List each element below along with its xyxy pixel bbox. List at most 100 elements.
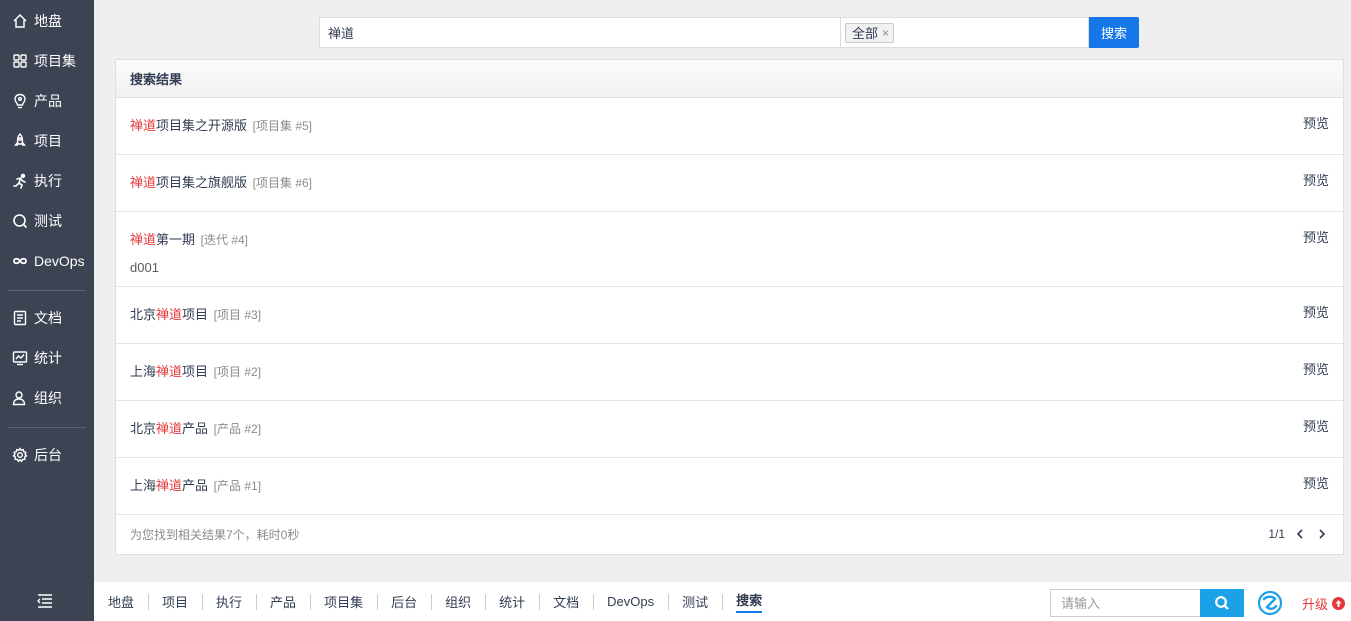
- preview-link[interactable]: 预览: [1303, 113, 1329, 132]
- search-icon: [1215, 596, 1229, 610]
- panel-title: 搜索结果: [116, 60, 1343, 98]
- sidebar-item-admin[interactable]: 后台: [0, 435, 94, 475]
- sidebar-item-label: 执行: [34, 173, 62, 189]
- app-tab[interactable]: 项目: [148, 582, 202, 621]
- result-title-link[interactable]: 北京禅道项目 [项目 #3]: [130, 304, 261, 323]
- open-app-tabs: 地盘 项目 执行 产品 项目集 后台 组织 统计 文档 DevOps 测试 搜索: [94, 582, 776, 621]
- result-item: 禅道项目集之开源版 [项目集 #5] 预览: [116, 98, 1343, 155]
- app-tab[interactable]: 地盘: [94, 582, 148, 621]
- global-search: [1050, 589, 1244, 617]
- result-title-link[interactable]: 上海禅道项目 [项目 #2]: [130, 361, 261, 380]
- search-bar: 全部 × 搜索: [319, 17, 1139, 48]
- global-search-input[interactable]: [1050, 589, 1200, 617]
- app-tab[interactable]: 后台: [377, 582, 431, 621]
- collapse-menu-icon[interactable]: [36, 592, 54, 610]
- chevron-right-icon[interactable]: [1315, 527, 1329, 541]
- sidebar-item-label: 项目: [34, 133, 62, 149]
- result-title-link[interactable]: 北京禅道产品 [产品 #2]: [130, 418, 261, 437]
- sidebar-item-product[interactable]: 产品: [0, 81, 94, 121]
- sidebar-item-doc[interactable]: 文档: [0, 298, 94, 338]
- result-meta: [产品 #2]: [213, 422, 262, 436]
- result-item: 禅道第一期 [迭代 #4] d001 预览: [116, 212, 1343, 287]
- document-icon: [12, 310, 28, 326]
- result-item: 上海禅道产品 [产品 #1] 预览: [116, 458, 1343, 515]
- sidebar-item-bi[interactable]: 统计: [0, 338, 94, 378]
- page-indicator: 1/1: [1268, 527, 1285, 541]
- sidebar-item-my[interactable]: 地盘: [0, 1, 94, 41]
- app-tab[interactable]: 测试: [668, 582, 722, 621]
- sidebar-item-company[interactable]: 组织: [0, 378, 94, 418]
- gear-icon: [12, 447, 28, 463]
- grid-icon: [12, 53, 28, 69]
- global-search-button[interactable]: [1200, 589, 1244, 617]
- search-type-select[interactable]: 全部 ×: [840, 17, 1089, 48]
- result-title-link[interactable]: 禅道项目集之开源版 [项目集 #5]: [130, 115, 312, 134]
- upgrade-arrow-icon: [1332, 597, 1346, 610]
- preview-link[interactable]: 预览: [1303, 170, 1329, 189]
- sidebar-divider: [8, 290, 86, 291]
- search-input[interactable]: [319, 17, 840, 48]
- user-icon: [12, 390, 28, 406]
- result-meta: [产品 #1]: [213, 479, 262, 493]
- sidebar-item-program[interactable]: 项目集: [0, 41, 94, 81]
- app-tab[interactable]: DevOps: [593, 582, 668, 621]
- sidebar-item-label: DevOps: [34, 253, 85, 269]
- sidebar-item-label: 文档: [34, 310, 62, 326]
- sidebar-item-label: 测试: [34, 213, 62, 229]
- app-tab[interactable]: 统计: [485, 582, 539, 621]
- app-tab[interactable]: 产品: [256, 582, 310, 621]
- search-results-panel: 搜索结果 禅道项目集之开源版 [项目集 #5] 预览 禅道项目集之旗舰版 [项目…: [115, 59, 1344, 555]
- app-tab[interactable]: 组织: [431, 582, 485, 621]
- result-meta: [项目集 #6]: [252, 176, 313, 190]
- result-item: 北京禅道产品 [产品 #2] 预览: [116, 401, 1343, 458]
- result-title-link[interactable]: 上海禅道产品 [产品 #1]: [130, 475, 261, 494]
- close-icon[interactable]: ×: [882, 26, 889, 40]
- runner-icon: [12, 173, 28, 189]
- sidebar-item-label: 统计: [34, 350, 62, 366]
- result-item: 上海禅道项目 [项目 #2] 预览: [116, 344, 1343, 401]
- result-item: 禅道项目集之旗舰版 [项目集 #6] 预览: [116, 155, 1343, 212]
- lightbulb-icon: [12, 93, 28, 109]
- result-meta: [项目集 #5]: [252, 119, 313, 133]
- sidebar-item-execution[interactable]: 执行: [0, 161, 94, 201]
- result-meta: [项目 #2]: [213, 365, 262, 379]
- app-tab[interactable]: 文档: [539, 582, 593, 621]
- preview-link[interactable]: 预览: [1303, 416, 1329, 435]
- pager: 1/1: [1268, 527, 1329, 541]
- bottom-bar: 地盘 项目 执行 产品 项目集 后台 组织 统计 文档 DevOps 测试 搜索: [94, 582, 1351, 621]
- preview-link[interactable]: 预览: [1303, 359, 1329, 378]
- magnifier-icon: [12, 213, 28, 229]
- preview-link[interactable]: 预览: [1303, 302, 1329, 321]
- home-icon: [12, 13, 28, 29]
- search-button[interactable]: 搜索: [1089, 17, 1139, 48]
- type-chip-all[interactable]: 全部 ×: [845, 22, 895, 43]
- zentao-logo-icon[interactable]: [1257, 590, 1283, 616]
- chart-icon: [12, 350, 28, 366]
- sidebar-item-label: 项目集: [34, 53, 76, 69]
- preview-link[interactable]: 预览: [1303, 227, 1329, 246]
- result-description: d001: [130, 260, 159, 275]
- app-tab-active[interactable]: 搜索: [722, 582, 776, 621]
- upgrade-label: 升级: [1302, 597, 1329, 612]
- sidebar: 地盘 项目集 产品 项目 执行 测试 DevOps 文档 统计 组织 后台: [0, 0, 94, 621]
- rocket-icon: [12, 133, 28, 149]
- app-tab[interactable]: 项目集: [310, 582, 377, 621]
- result-title-link[interactable]: 禅道第一期 [迭代 #4]: [130, 229, 248, 248]
- sidebar-item-label: 后台: [34, 447, 62, 463]
- result-item: 北京禅道项目 [项目 #3] 预览: [116, 287, 1343, 344]
- chevron-left-icon[interactable]: [1293, 527, 1307, 541]
- sidebar-item-devops[interactable]: DevOps: [0, 241, 94, 281]
- app-tab[interactable]: 执行: [202, 582, 256, 621]
- results-footer: 为您找到相关结果7个，耗时0秒 1/1: [116, 514, 1343, 554]
- sidebar-divider: [8, 427, 86, 428]
- sidebar-item-label: 组织: [34, 390, 62, 406]
- result-title-link[interactable]: 禅道项目集之旗舰版 [项目集 #6]: [130, 172, 312, 191]
- sidebar-item-label: 产品: [34, 93, 62, 109]
- result-meta: [项目 #3]: [213, 308, 262, 322]
- preview-link[interactable]: 预览: [1303, 473, 1329, 492]
- sidebar-item-project[interactable]: 项目: [0, 121, 94, 161]
- sidebar-item-qa[interactable]: 测试: [0, 201, 94, 241]
- results-summary: 为您找到相关结果7个，耗时0秒: [130, 527, 300, 542]
- upgrade-link[interactable]: 升级: [1302, 594, 1346, 613]
- sidebar-item-label: 地盘: [34, 13, 62, 29]
